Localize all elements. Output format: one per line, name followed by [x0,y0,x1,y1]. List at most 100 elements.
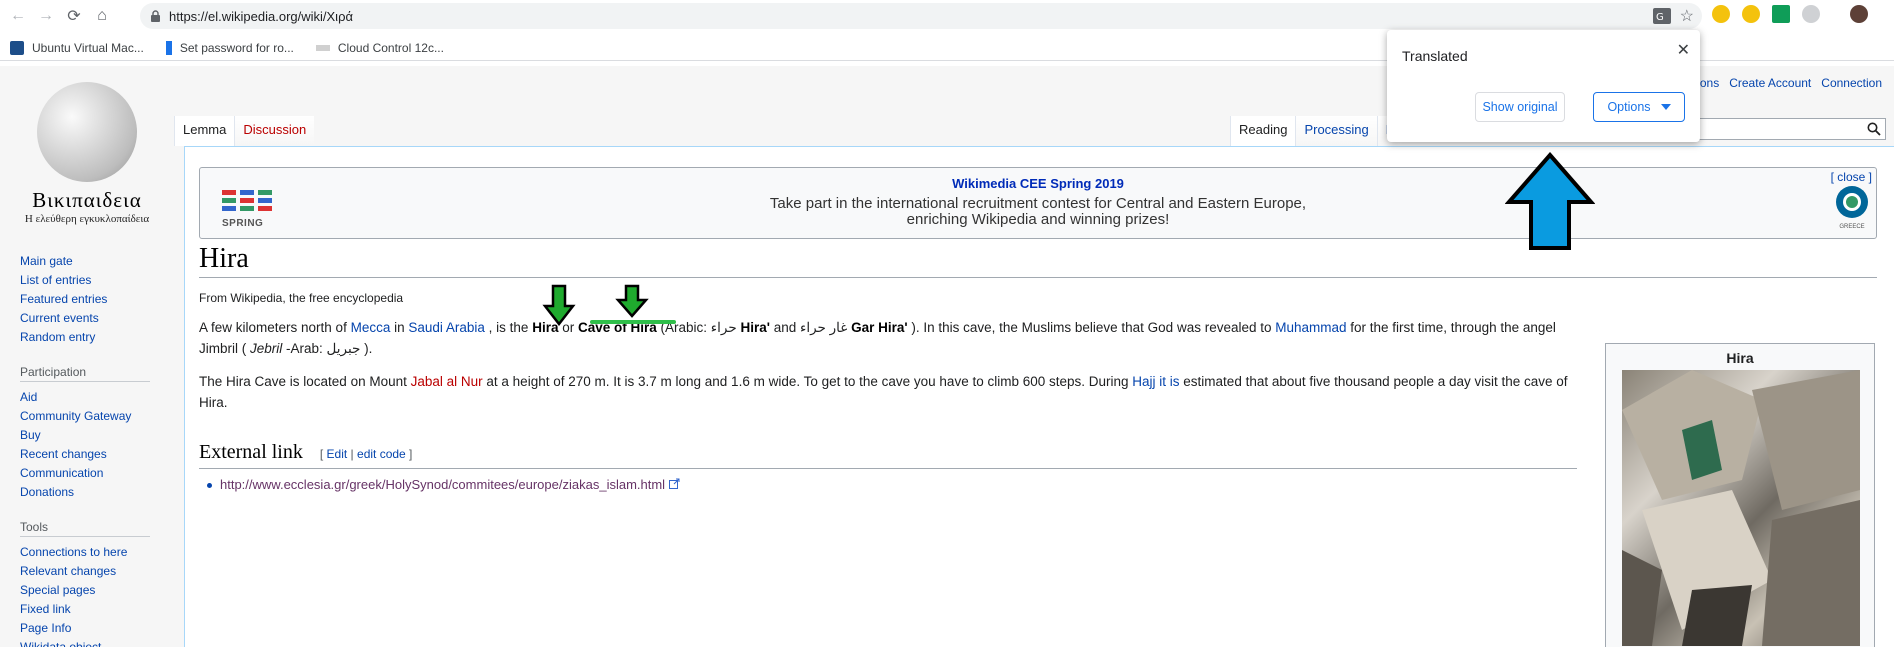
annotation-up-arrow [1505,152,1595,250]
home-icon[interactable]: ⌂ [88,2,116,30]
wikimedia-greece-logo: GREECE [1830,182,1874,242]
sidebar-item-wikidata-object[interactable]: Wikidata object [20,638,155,647]
cee-spring-banner[interactable]: SPRING Wikimedia CEE Spring 2019 Take pa… [199,167,1877,239]
url-text: https://el.wikipedia.org/wiki/Χιρά [169,8,353,24]
text: A few kilometers north of [199,320,351,335]
banner-title[interactable]: Wikimedia CEE Spring 2019 [200,176,1876,191]
sidebar-item-special-pages[interactable]: Special pages [20,581,155,600]
namespace-tabs: Lemma Discussion [174,116,315,146]
forward-icon[interactable]: → [32,2,60,30]
sidebar-item-main-gate[interactable]: Main gate [20,252,155,271]
show-original-button[interactable]: Show original [1475,92,1565,122]
tab-processing[interactable]: Processing [1295,116,1377,146]
text: -Arab: جبريل ). [282,341,373,356]
sidebar-item-communication[interactable]: Communication [20,464,155,483]
banner-line-1: Take part in the international recruitme… [769,195,1307,212]
link-mecca[interactable]: Mecca [351,320,391,335]
cube-icon [10,40,24,55]
star-icon[interactable]: ☆ [1680,6,1694,26]
sidebar-item-fixed-link[interactable]: Fixed link [20,600,155,619]
text: , is the [484,320,533,335]
link-hajj[interactable]: Hajj it is [1132,374,1179,389]
personal-tools: ations Create Account Connection [1687,76,1882,90]
sidebar-item-random-entry[interactable]: Random entry [20,328,155,347]
popup-title: Translated [1402,48,1468,64]
annotation-down-arrow [542,284,576,326]
section-title: External link [199,441,303,463]
globe-icon [37,82,137,182]
translate-icon[interactable]: G [1652,7,1672,25]
text: in [390,320,409,335]
text: and غار حراء [769,320,852,335]
sidebar-item-community-gateway[interactable]: Community Gateway [20,407,155,426]
tab-reading[interactable]: Reading [1230,116,1296,146]
sidebar-item-recent-changes[interactable]: Recent changes [20,445,155,464]
close-icon[interactable]: ✕ [1677,40,1690,60]
bookmark-item[interactable]: Ubuntu Virtual Mac... [10,40,144,55]
article-content: SPRING Wikimedia CEE Spring 2019 Take pa… [184,146,1894,647]
sidebar-item-aid[interactable]: Aid [20,388,155,407]
translate-popup: Translated ✕ Show original Options [1387,30,1700,142]
paragraph-2: The Hira Cave is located on Mount Jabal … [199,371,1579,413]
sidebar-item-connections-to-here[interactable]: Connections to here [20,543,155,562]
text: at a height of 270 m. It is 3.7 m long a… [482,374,1133,389]
greece-label: GREECE [1839,224,1865,230]
sidebar-item-donations[interactable]: Donations [20,483,155,502]
bookmark-item[interactable]: Cloud Control 12c... [315,41,444,55]
wikimedia-icon [1836,186,1868,218]
text: ). In this cave, the Muslims believe tha… [907,320,1276,335]
bold-hira-arabic: Hira' [740,320,770,335]
bullet-icon [207,483,212,489]
tab-discussion[interactable]: Discussion [234,116,315,146]
browser-toolbar: ← → ⟳ ⌂ https://el.wikipedia.org/wiki/Χι… [0,0,1894,32]
bookmark-item[interactable]: Set password for ro... [165,40,294,55]
extension-home-icon[interactable] [1742,5,1760,23]
edit-code-link[interactable]: edit code [357,447,406,461]
tab-lemma[interactable]: Lemma [174,116,235,146]
extension-search-icon[interactable] [1712,5,1730,23]
chevron-down-icon [1660,104,1671,110]
paragraph-1: A few kilometers north of Mecca in Saudi… [199,317,1579,359]
wikipedia-logo[interactable]: Βικιπαιδεια Η ελεύθερη εγκυκλοπαίδεια [14,66,160,226]
sidebar-item-page-info[interactable]: Page Info [20,619,155,638]
link-muhammad[interactable]: Muhammad [1275,320,1346,335]
extension-check-icon[interactable] [1772,5,1790,23]
section-edit: [ Edit | edit code ] [320,447,413,461]
bold-gar-hira: Gar Hira' [851,320,908,335]
wordmark: Βικιπαιδεια [32,188,142,212]
sidebar-item-featured-entries[interactable]: Featured entries [20,290,155,309]
address-bar[interactable]: https://el.wikipedia.org/wiki/Χιρά G ☆ [140,3,1702,29]
section-heading-external-link: External link [ Edit | edit code ] [199,441,1577,469]
annotation-underline [590,320,676,324]
cave-photo[interactable] [1622,370,1860,646]
login-link[interactable]: Connection [1821,76,1882,90]
sidebar-item-list-of-entries[interactable]: List of entries [20,271,155,290]
options-button[interactable]: Options [1593,92,1685,122]
edit-link[interactable]: Edit [327,447,348,461]
extension-ghost-icon[interactable] [1802,5,1820,23]
reload-icon[interactable]: ⟳ [60,2,88,30]
back-icon[interactable]: ← [4,2,32,30]
link-saudi-arabia[interactable]: Saudi Arabia [408,320,485,335]
sidebar: Main gate List of entries Featured entri… [20,252,155,647]
key-icon [165,40,172,55]
sidebar-item-relevant-changes[interactable]: Relevant changes [20,562,155,581]
search-icon[interactable] [1867,122,1881,136]
sidebar-item-current-events[interactable]: Current events [20,309,155,328]
infobox-title: Hira [1726,350,1754,366]
sidebar-item-buy[interactable]: Buy [20,426,155,445]
profile-avatar[interactable] [1850,5,1868,23]
page-title: Hira [199,243,1877,278]
create-account-link[interactable]: Create Account [1729,76,1811,90]
bracket: ] [405,447,413,461]
cee-logo-icon [222,190,272,211]
external-link[interactable]: http://www.ecclesia.gr/greek/HolySynod/c… [220,477,665,492]
wiki-page: Βικιπαιδεια Η ελεύθερη εγκυκλοπαίδεια at… [0,66,1894,647]
view-tabs: Reading Processing E [1230,116,1403,146]
banner-line-2: enriching Wikipedia and winning prizes! [906,211,1170,228]
sidebar-heading-participation: Participation [20,365,150,382]
svg-text:G: G [1656,12,1664,23]
link-jabal-al-nur[interactable]: Jabal al Nur [411,374,483,389]
text: The Hira Cave is located on Mount [199,374,411,389]
italic-jebril: Jebril [250,341,283,356]
